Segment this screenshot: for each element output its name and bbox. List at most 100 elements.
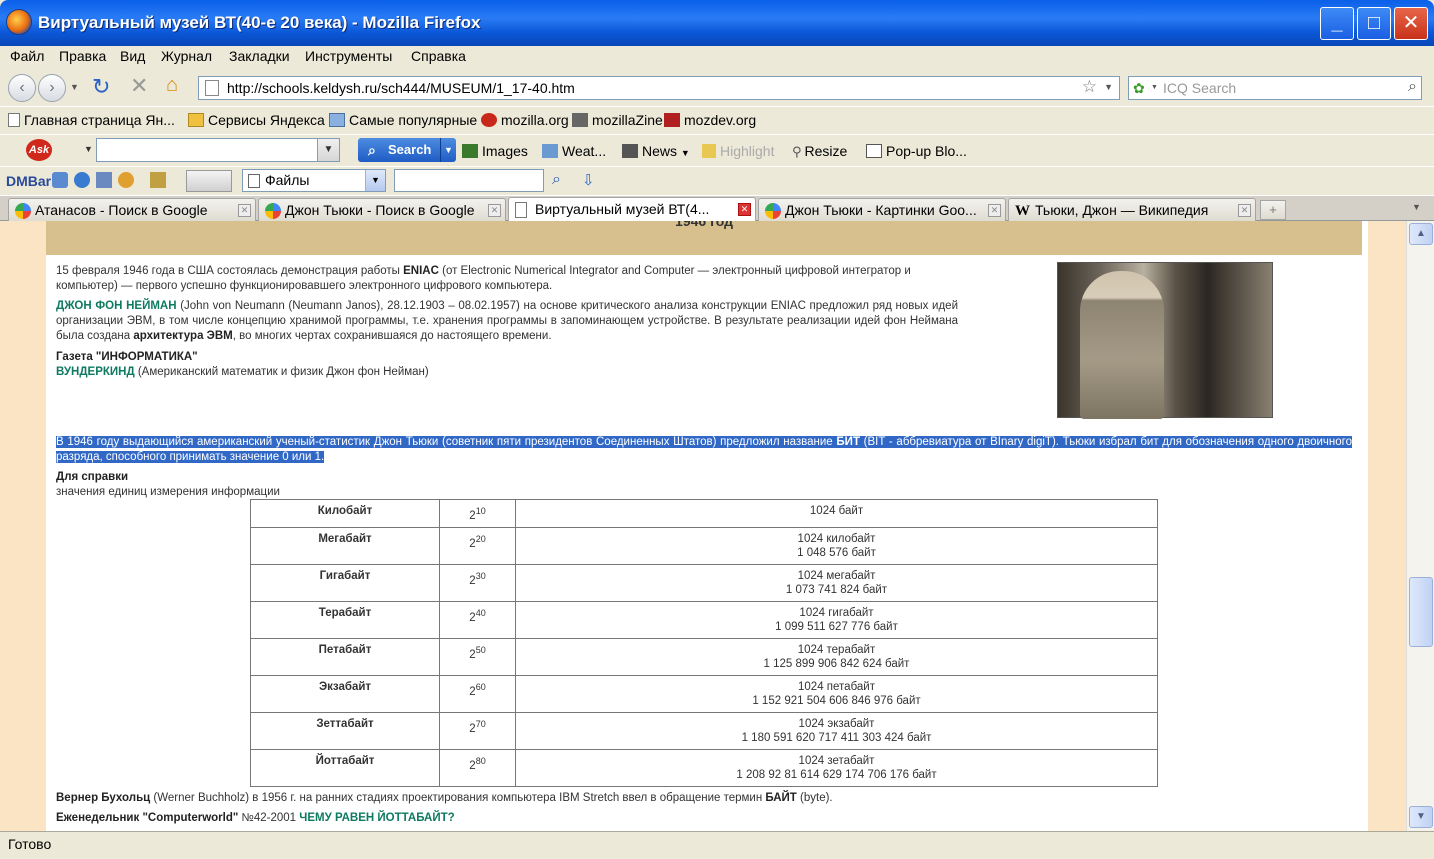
value-line-1: 1024 гигабайт (799, 606, 874, 619)
news-button[interactable]: News ▼ (622, 143, 690, 159)
close-tab-icon[interactable]: ✕ (1238, 204, 1251, 217)
tab-atanasov[interactable]: Атанасов - Поиск в Google ✕ (8, 198, 256, 222)
wunderkind-link[interactable]: ВУНДЕРКИНД (56, 366, 135, 378)
unit-power: 250 (439, 637, 516, 676)
menu-file[interactable]: Файл (10, 48, 44, 64)
dm-select-value: Файлы (265, 172, 310, 188)
menu-view[interactable]: Вид (120, 48, 145, 64)
ask-logo[interactable]: Ask (26, 139, 52, 161)
ask-dropdown-icon[interactable]: ▼ (84, 144, 93, 154)
bookmark-item[interactable]: Главная страница Ян... (8, 112, 175, 128)
value-line-2: 1 208 92 81 614 629 174 706 176 байт (736, 768, 937, 781)
popup-blocker-button[interactable]: Pop-up Blo... (866, 143, 967, 159)
home-icon[interactable]: ⌂ (166, 74, 178, 97)
url-dropdown-icon[interactable]: ▼ (1104, 82, 1113, 92)
scroll-down-button[interactable]: ▼ (1409, 806, 1433, 828)
ask-search-label: Search (388, 142, 432, 157)
search-options-icon[interactable]: ▼ (440, 138, 456, 162)
maximize-button[interactable]: □ (1357, 7, 1391, 40)
reference-title-text: Для справки (56, 471, 129, 483)
neumann-photo (1057, 262, 1273, 419)
power-exponent: 80 (475, 755, 486, 766)
dm-download-icon[interactable] (52, 172, 68, 188)
url-bar[interactable]: http://schools.keldysh.ru/sch444/MUSEUM/… (198, 76, 1120, 100)
dm-category-select[interactable]: Файлы ▼ (242, 169, 386, 192)
engine-dropdown-icon[interactable]: ▼ (1151, 84, 1158, 91)
dm-folder-icon[interactable] (96, 172, 112, 188)
value-line-2: 1 152 921 504 606 846 976 байт (752, 694, 921, 707)
dm-search-input[interactable] (394, 169, 544, 192)
reload-icon[interactable]: ↻ (92, 74, 110, 100)
table-row: Килобайт 210 1024 байт (250, 499, 1158, 528)
chevron-down-icon[interactable]: ▼ (365, 170, 385, 191)
search-icon[interactable]: ⌕ (1408, 78, 1417, 96)
ask-search-button[interactable]: ⌕ Search ▼ (358, 138, 456, 162)
bookmarks-toolbar: Главная страница Ян... Сервисы Яндекса С… (0, 106, 1434, 134)
search-input[interactable]: ✿ ▼ ICQ Search ⌕ (1128, 76, 1422, 100)
stop-icon[interactable]: ✕ (130, 73, 148, 99)
unit-name: Мегабайт (250, 526, 440, 565)
value-line-2: 1 099 511 627 776 байт (775, 620, 898, 633)
scroll-thumb[interactable] (1409, 577, 1433, 647)
tab-wikipedia[interactable]: W Тьюки, Джон — Википедия ✕ (1008, 198, 1256, 222)
tab-tukey-images[interactable]: Джон Тьюки - Картинки Goo... ✕ (758, 198, 1006, 222)
vertical-scrollbar[interactable]: ▲ ▼ (1406, 221, 1434, 831)
bookmark-folder[interactable]: Самые популярные (329, 112, 477, 128)
menu-help[interactable]: Справка (411, 48, 466, 64)
tab-label: Джон Тьюки - Картинки Goo... (785, 202, 977, 218)
news-dropdown-icon[interactable]: ▼ (681, 148, 690, 158)
menu-bookmarks[interactable]: Закладки (229, 48, 290, 64)
tab-list-icon[interactable]: ▼ (1412, 202, 1421, 212)
value-line-1: 1024 зетабайт (798, 754, 875, 767)
scroll-up-button[interactable]: ▲ (1409, 223, 1433, 245)
ask-input-dropdown-icon[interactable]: ▼ (317, 139, 339, 161)
menu-history[interactable]: Журнал (161, 48, 212, 64)
close-tab-icon[interactable]: ✕ (988, 204, 1001, 217)
highlight-button[interactable]: Highlight (702, 143, 774, 159)
neumann-link[interactable]: ДЖОН ФОН НЕЙМАН (56, 300, 177, 312)
dm-download-arrow-icon[interactable]: ⇩ (582, 171, 595, 189)
minimize-button[interactable]: _ (1320, 7, 1354, 40)
popup-icon (866, 144, 882, 158)
close-tab-icon[interactable]: ✕ (488, 204, 501, 217)
dm-add-icon[interactable] (74, 172, 90, 188)
weather-button[interactable]: Weat... (542, 143, 606, 159)
close-tab-icon[interactable]: ✕ (238, 204, 251, 217)
images-button[interactable]: Images (462, 143, 528, 159)
dm-settings-icon[interactable] (118, 172, 134, 188)
forward-button[interactable]: › (38, 74, 66, 102)
unit-value: 1024 экзабайт 1 180 591 620 717 411 303 4… (515, 711, 1158, 750)
menu-tools[interactable]: Инструменты (305, 48, 392, 64)
dm-tool-icon[interactable] (150, 172, 166, 188)
tab-label: Виртуальный музей ВТ(4... (535, 201, 710, 217)
resize-button[interactable]: ⚲ Resize (792, 143, 847, 160)
yottabyte-link[interactable]: ЧЕМУ РАВЕН ЙОТТАБАЙТ? (299, 812, 454, 824)
value-line-1: 1024 петабайт (798, 680, 875, 693)
back-button[interactable]: ‹ (8, 74, 36, 102)
dm-progress-box[interactable] (186, 170, 232, 192)
close-button[interactable]: ✕ (1394, 7, 1428, 40)
bookmark-item[interactable]: mozillaZine (572, 112, 663, 128)
tab-tukey-search[interactable]: Джон Тьюки - Поиск в Google ✕ (258, 198, 506, 222)
dm-toolbar: DMBar Файлы ▼ ⌕ ⇩ (0, 166, 1434, 195)
menu-edit[interactable]: Правка (59, 48, 106, 64)
star-icon[interactable]: ☆ (1082, 77, 1097, 97)
units-table: Килобайт 210 1024 байт Мегабайт 220 1024 кило… (250, 499, 1158, 787)
page-viewport: 1946 год 15 февраля 1946 года в США сост… (0, 221, 1406, 831)
tab-museum[interactable]: Виртуальный музей ВТ(4... ✕ (508, 197, 756, 223)
table-row: Зеттабайт 270 1024 экзабайт 1 180 591 620 7… (250, 711, 1158, 750)
close-tab-icon[interactable]: ✕ (738, 203, 751, 216)
history-dropdown-icon[interactable]: ▼ (70, 82, 79, 92)
bookmark-label: Самые популярные (349, 112, 478, 128)
tab-bar: Атанасов - Поиск в Google ✕ Джон Тьюки -… (0, 195, 1434, 223)
bookmark-folder[interactable]: Сервисы Яндекса (188, 112, 325, 128)
highlighter-icon (702, 144, 716, 158)
dm-search-icon[interactable]: ⌕ (552, 171, 561, 189)
new-tab-button[interactable]: + (1260, 200, 1286, 220)
ask-search-input[interactable]: ▼ (96, 138, 340, 162)
power-exponent: 50 (475, 644, 486, 655)
buchholz-line: Вернер Бухольц (Werner Buchholz) в 1956 … (56, 791, 833, 806)
bookmark-item[interactable]: mozdev.org (664, 112, 756, 128)
menu-bar: Файл Правка Вид Журнал Закладки Инструме… (0, 46, 1434, 68)
bookmark-item[interactable]: mozilla.org (481, 112, 569, 128)
